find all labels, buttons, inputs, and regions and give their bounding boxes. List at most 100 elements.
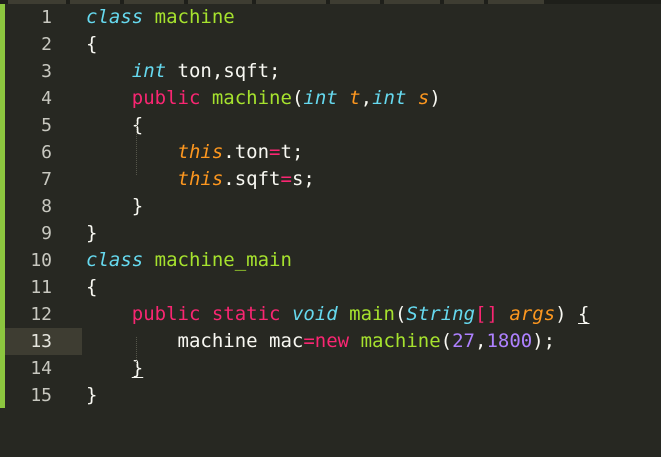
line-number: 4 — [41, 88, 52, 109]
code-text[interactable]: this.ton=t; — [86, 139, 304, 166]
line-number: 12 — [30, 304, 52, 325]
code-token: , — [475, 330, 487, 352]
code-line[interactable]: 13 machine mac=new machine(27,1800); — [0, 328, 661, 355]
code-token: this — [177, 141, 224, 163]
code-text[interactable]: } — [86, 382, 97, 409]
code-token: machine — [360, 330, 441, 352]
code-text[interactable]: public static void main(String[] args) { — [86, 301, 590, 328]
code-line[interactable]: 4 public machine(int t,int s) — [0, 85, 661, 112]
code-token: ( — [291, 87, 304, 109]
code-text[interactable]: } — [86, 193, 143, 220]
code-token: int — [131, 60, 167, 82]
code-token: args — [509, 303, 556, 325]
code-token: { — [578, 303, 590, 325]
indent-guide — [136, 121, 137, 175]
code-token: ton,sqft; — [166, 60, 281, 82]
code-token: class — [86, 249, 144, 271]
code-line[interactable]: 6 this.ton=t; — [0, 139, 661, 166]
code-token: static — [211, 303, 281, 325]
code-text[interactable]: machine mac=new machine(27,1800); — [86, 328, 556, 355]
code-token: machine_main — [154, 249, 292, 271]
code-token: ); — [532, 330, 556, 352]
code-token: } — [86, 195, 144, 217]
line-number: 14 — [30, 358, 52, 379]
code-line[interactable]: 11 { — [0, 274, 661, 301]
code-line[interactable]: 2{ — [0, 31, 661, 58]
code-text[interactable]: { — [86, 274, 97, 301]
code-line[interactable]: 1 class machine — [0, 4, 661, 31]
line-number: 8 — [41, 196, 52, 217]
code-token: main — [349, 303, 395, 325]
code-token: t; — [280, 141, 304, 163]
line-number: 2 — [41, 34, 52, 55]
line-number: 11 — [30, 277, 52, 298]
line-number: 15 — [30, 385, 52, 406]
code-line[interactable]: 12 public static void main(String[] args… — [0, 301, 661, 328]
code-token: = — [269, 141, 281, 163]
code-line[interactable]: 5 { — [0, 112, 661, 139]
code-token: new — [314, 330, 350, 352]
code-text[interactable]: public machine(int t,int s) — [86, 85, 441, 112]
code-token: 1800 — [486, 330, 533, 352]
code-text[interactable]: } — [86, 220, 97, 247]
code-line[interactable]: 10 class machine_main — [0, 247, 661, 274]
code-token: this — [177, 168, 224, 190]
code-line[interactable]: 8 } — [0, 193, 661, 220]
code-text[interactable]: int ton,sqft; — [86, 58, 281, 85]
code-token: s — [417, 87, 430, 109]
line-number: 5 — [41, 115, 52, 136]
code-text[interactable]: { — [86, 31, 97, 58]
code-token: [] — [475, 303, 498, 325]
code-token: machine mac — [86, 330, 304, 352]
line-number: 7 — [41, 169, 52, 190]
code-token: } — [86, 222, 98, 244]
code-text[interactable]: class machine — [86, 4, 235, 31]
code-token: int — [372, 87, 407, 109]
line-number: 3 — [41, 61, 52, 82]
code-text[interactable]: { — [86, 112, 143, 139]
code-line[interactable]: 15} — [0, 382, 661, 409]
code-token: 27 — [452, 330, 475, 352]
code-token: public — [131, 87, 201, 109]
code-token: { — [86, 33, 98, 55]
line-number: 6 — [41, 142, 52, 163]
code-text[interactable]: } — [86, 355, 143, 382]
code-token: , — [360, 87, 373, 109]
indent-guide — [136, 337, 137, 364]
code-line[interactable]: 9} — [0, 220, 661, 247]
code-token: class — [86, 6, 144, 28]
code-token: s; — [291, 168, 315, 190]
code-token: .sqft — [223, 168, 281, 190]
code-token: } — [86, 384, 98, 406]
code-line[interactable]: 14 } — [0, 355, 661, 382]
code-token: ) — [429, 87, 441, 109]
code-token: ( — [394, 303, 407, 325]
code-token: } — [131, 357, 144, 379]
code-line[interactable]: 3 int ton,sqft; — [0, 58, 661, 85]
code-token: ( — [440, 330, 453, 352]
code-token: t — [349, 87, 361, 109]
line-number: 9 — [41, 223, 52, 244]
code-token: String — [406, 303, 476, 325]
code-text[interactable]: this.sqft=s; — [86, 166, 315, 193]
code-text[interactable]: class machine_main — [86, 247, 292, 274]
code-token: public — [131, 303, 201, 325]
line-number: 1 — [41, 7, 52, 28]
code-token: = — [303, 330, 315, 352]
code-line[interactable]: 7 this.sqft=s; — [0, 166, 661, 193]
code-token: = — [280, 168, 292, 190]
